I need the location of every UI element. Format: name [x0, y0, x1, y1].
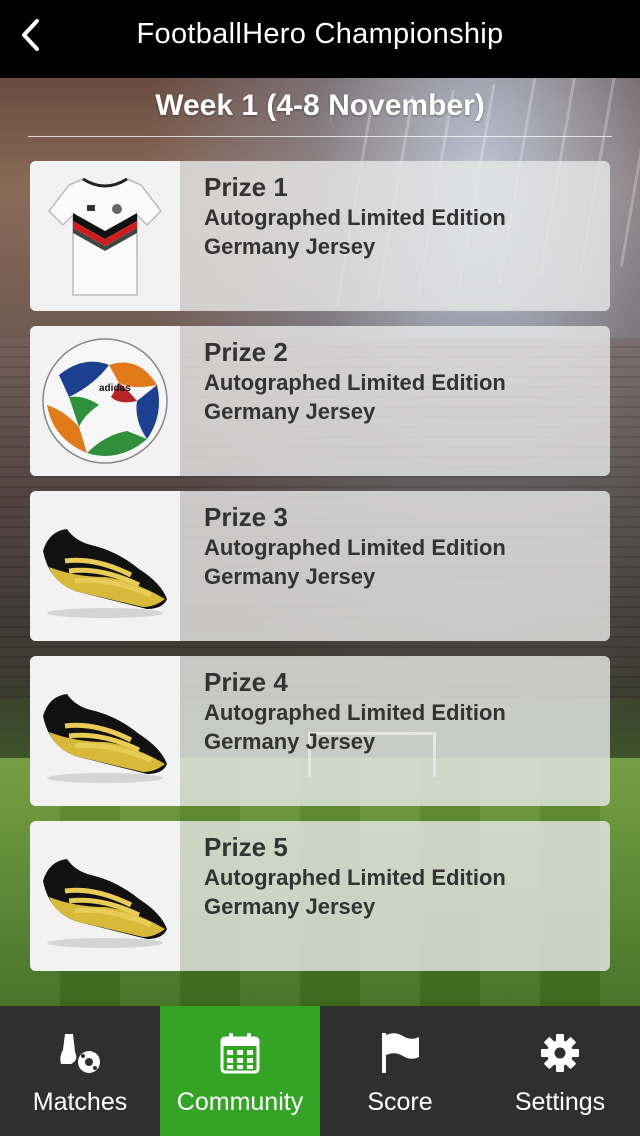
prize-name: Prize 1: [204, 172, 288, 202]
prize-name: Prize 2: [204, 337, 288, 367]
prize-description: Autographed Limited Edition Germany Jers…: [204, 535, 506, 589]
prize-name: Prize 4: [204, 667, 288, 697]
jersey-image: [30, 161, 180, 311]
back-button[interactable]: [10, 14, 50, 60]
top-bar: FootballHero Championship: [0, 0, 640, 78]
prize-card[interactable]: adidas Prize 2 Autographed Limited Editi…: [30, 326, 610, 476]
boot-image: [30, 491, 180, 641]
boot-image: [30, 821, 180, 971]
boot-ball-icon: [57, 1030, 103, 1076]
prize-description: Autographed Limited Edition Germany Jers…: [204, 370, 506, 424]
tab-label: Score: [367, 1088, 433, 1116]
tab-label: Community: [176, 1088, 304, 1116]
tab-label: Matches: [32, 1088, 128, 1116]
tab-settings[interactable]: Settings: [480, 1006, 640, 1136]
prize-description: Autographed Limited Edition Germany Jers…: [204, 700, 506, 754]
page-title: FootballHero Championship: [136, 18, 504, 50]
tab-bar: Matches Community Score Settings: [0, 1006, 640, 1136]
prize-card[interactable]: Prize 1 Autographed Limited Edition Germ…: [30, 161, 610, 311]
prize-list: Prize 1 Autographed Limited Edition Germ…: [30, 161, 610, 986]
prize-card[interactable]: Prize 3 Autographed Limited Edition Germ…: [30, 491, 610, 641]
football-image: adidas: [30, 326, 180, 476]
calendar-icon: [217, 1030, 263, 1076]
prize-description: Autographed Limited Edition Germany Jers…: [204, 205, 506, 259]
gear-icon: [537, 1030, 583, 1076]
week-title: Week 1 (4-8 November): [28, 84, 612, 137]
tab-matches[interactable]: Matches: [0, 1006, 160, 1136]
prize-card[interactable]: Prize 4 Autographed Limited Edition Germ…: [30, 656, 610, 806]
prize-name: Prize 3: [204, 502, 288, 532]
flag-icon: [377, 1030, 423, 1076]
tab-score[interactable]: Score: [320, 1006, 480, 1136]
screen: FootballHero Championship Week 1 (4-8 No…: [0, 0, 640, 1136]
prize-description: Autographed Limited Edition Germany Jers…: [204, 865, 506, 919]
boot-image: [30, 656, 180, 806]
svg-text:adidas: adidas: [99, 383, 131, 394]
chevron-left-icon: [19, 18, 41, 57]
prize-card[interactable]: Prize 5 Autographed Limited Edition Germ…: [30, 821, 610, 971]
tab-label: Settings: [514, 1088, 606, 1116]
prize-name: Prize 5: [204, 832, 288, 862]
tab-community[interactable]: Community: [160, 1006, 320, 1136]
